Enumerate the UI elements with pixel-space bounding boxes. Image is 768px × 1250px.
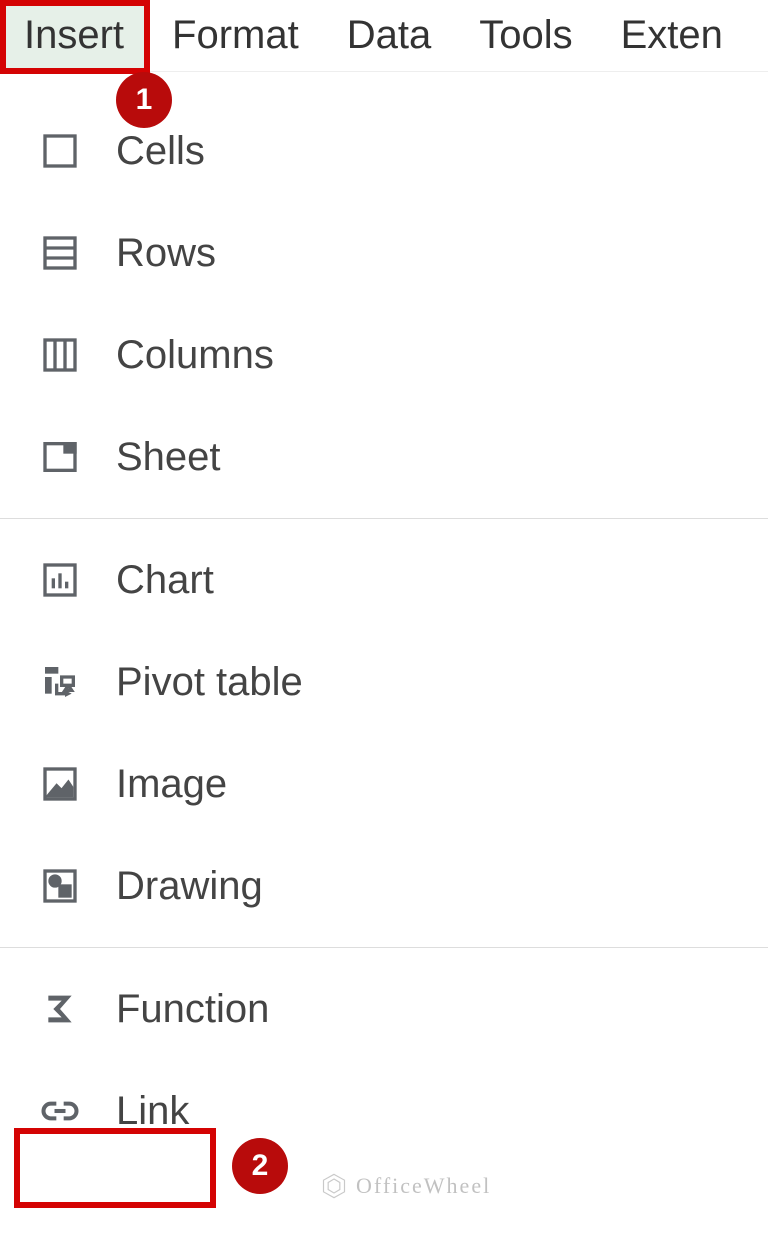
menubar-item-data[interactable]: Data [323, 1, 456, 70]
menu-item-image[interactable]: Image [0, 733, 768, 835]
menu-item-label: Columns [116, 333, 274, 378]
chart-icon [36, 556, 84, 604]
columns-icon [36, 331, 84, 379]
menubar-item-tools[interactable]: Tools [455, 1, 596, 70]
menubar-item-extensions[interactable]: Exten [597, 1, 747, 70]
menu-item-link[interactable]: Link [0, 1060, 768, 1162]
annotation-badge-2: 2 [232, 1138, 288, 1194]
menu-item-label: Chart [116, 558, 214, 603]
menu-item-label: Pivot table [116, 660, 303, 705]
menu-item-label: Sheet [116, 435, 221, 480]
menu-item-drawing[interactable]: Drawing [0, 835, 768, 937]
menu-item-chart[interactable]: Chart [0, 529, 768, 631]
link-icon [36, 1087, 84, 1135]
menu-item-label: Drawing [116, 864, 263, 909]
image-icon [36, 760, 84, 808]
menu-item-label: Link [116, 1089, 189, 1134]
annotation-badge-1: 1 [116, 72, 172, 128]
cells-icon [36, 127, 84, 175]
insert-menu-panel: Cells Rows Columns Shee [0, 72, 768, 1162]
watermark: OfficeWheel [320, 1172, 491, 1200]
function-icon [36, 985, 84, 1033]
menu-item-columns[interactable]: Columns [0, 304, 768, 406]
menu-item-label: Image [116, 762, 227, 807]
drawing-icon [36, 862, 84, 910]
rows-icon [36, 229, 84, 277]
menu-divider [0, 518, 768, 519]
menu-item-label: Function [116, 987, 269, 1032]
menu-item-pivot-table[interactable]: Pivot table [0, 631, 768, 733]
menu-item-label: Cells [116, 129, 205, 174]
menubar-item-format[interactable]: Format [148, 1, 323, 70]
menu-divider [0, 947, 768, 948]
menu-item-sheet[interactable]: Sheet [0, 406, 768, 508]
sheet-icon [36, 433, 84, 481]
menu-item-function[interactable]: Function [0, 958, 768, 1060]
watermark-text: OfficeWheel [356, 1173, 491, 1199]
menu-item-rows[interactable]: Rows [0, 202, 768, 304]
pivot-icon [36, 658, 84, 706]
menubar-item-insert[interactable]: Insert [0, 1, 148, 70]
menubar: Insert Format Data Tools Exten [0, 0, 768, 72]
menu-item-cells[interactable]: Cells [0, 100, 768, 202]
menu-item-label: Rows [116, 231, 216, 276]
